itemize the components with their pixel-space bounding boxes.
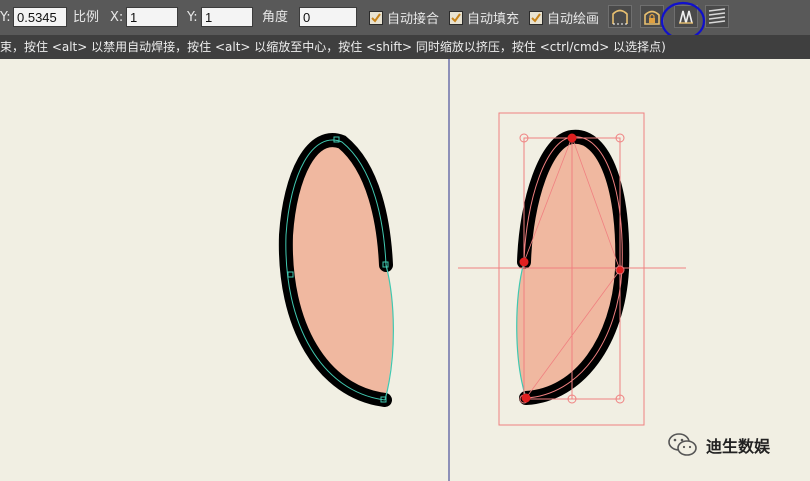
left-shape[interactable]	[278, 133, 394, 407]
transform-box[interactable]	[458, 112, 686, 426]
watermark: 迪生数娱	[668, 430, 770, 460]
y-offset-input[interactable]	[13, 7, 67, 27]
wechat-icon	[668, 433, 697, 456]
auto-paint-checkbox[interactable]: 自动绘画	[529, 0, 599, 35]
stroke-order-icon	[708, 8, 726, 24]
drawing-canvas[interactable]	[0, 59, 810, 481]
hint-text: 束，按住 <alt> 以禁用自动焊接，按住 <alt> 以缩放至中心，按住 <s…	[0, 40, 666, 54]
scale-y-label: Y:	[187, 10, 198, 25]
scale-x-input[interactable]	[126, 7, 178, 27]
auto-paint-label: 自动绘画	[547, 12, 600, 27]
stroke-order-button[interactable]	[705, 5, 729, 28]
checkbox-checked-icon[interactable]	[529, 10, 543, 25]
auto-join-checkbox[interactable]: 自动接合	[369, 0, 439, 35]
watermark-text: 迪生数娱	[706, 437, 771, 456]
auto-fill-checkbox[interactable]: 自动填充	[449, 0, 519, 35]
angle-input[interactable]	[299, 7, 357, 27]
auto-join-label: 自动接合	[387, 12, 440, 27]
toolbar: Y: 比例 X: Y: 角度 自动接合 自动填充 自动绘画	[0, 0, 810, 41]
control-point[interactable]	[616, 266, 624, 274]
pane-divider[interactable]	[448, 59, 450, 481]
scale-label: 比例	[73, 10, 100, 25]
control-point[interactable]	[567, 133, 577, 143]
control-point[interactable]	[521, 393, 531, 403]
hint-bar: 束，按住 <alt> 以禁用自动焊接，按住 <alt> 以缩放至中心，按住 <s…	[0, 35, 810, 59]
angle-label: 角度	[262, 10, 289, 25]
control-point[interactable]	[519, 257, 529, 267]
right-shape[interactable]	[516, 129, 630, 405]
y-offset-label: Y:	[0, 10, 11, 25]
auto-fill-label: 自动填充	[467, 12, 520, 27]
checkbox-checked-icon[interactable]	[369, 10, 383, 25]
scale-x-label: X:	[110, 10, 124, 25]
scale-y-input[interactable]	[201, 7, 253, 27]
close-shape-icon	[612, 9, 628, 25]
checkbox-checked-icon[interactable]	[449, 10, 463, 25]
close-shape-button[interactable]	[608, 5, 632, 28]
